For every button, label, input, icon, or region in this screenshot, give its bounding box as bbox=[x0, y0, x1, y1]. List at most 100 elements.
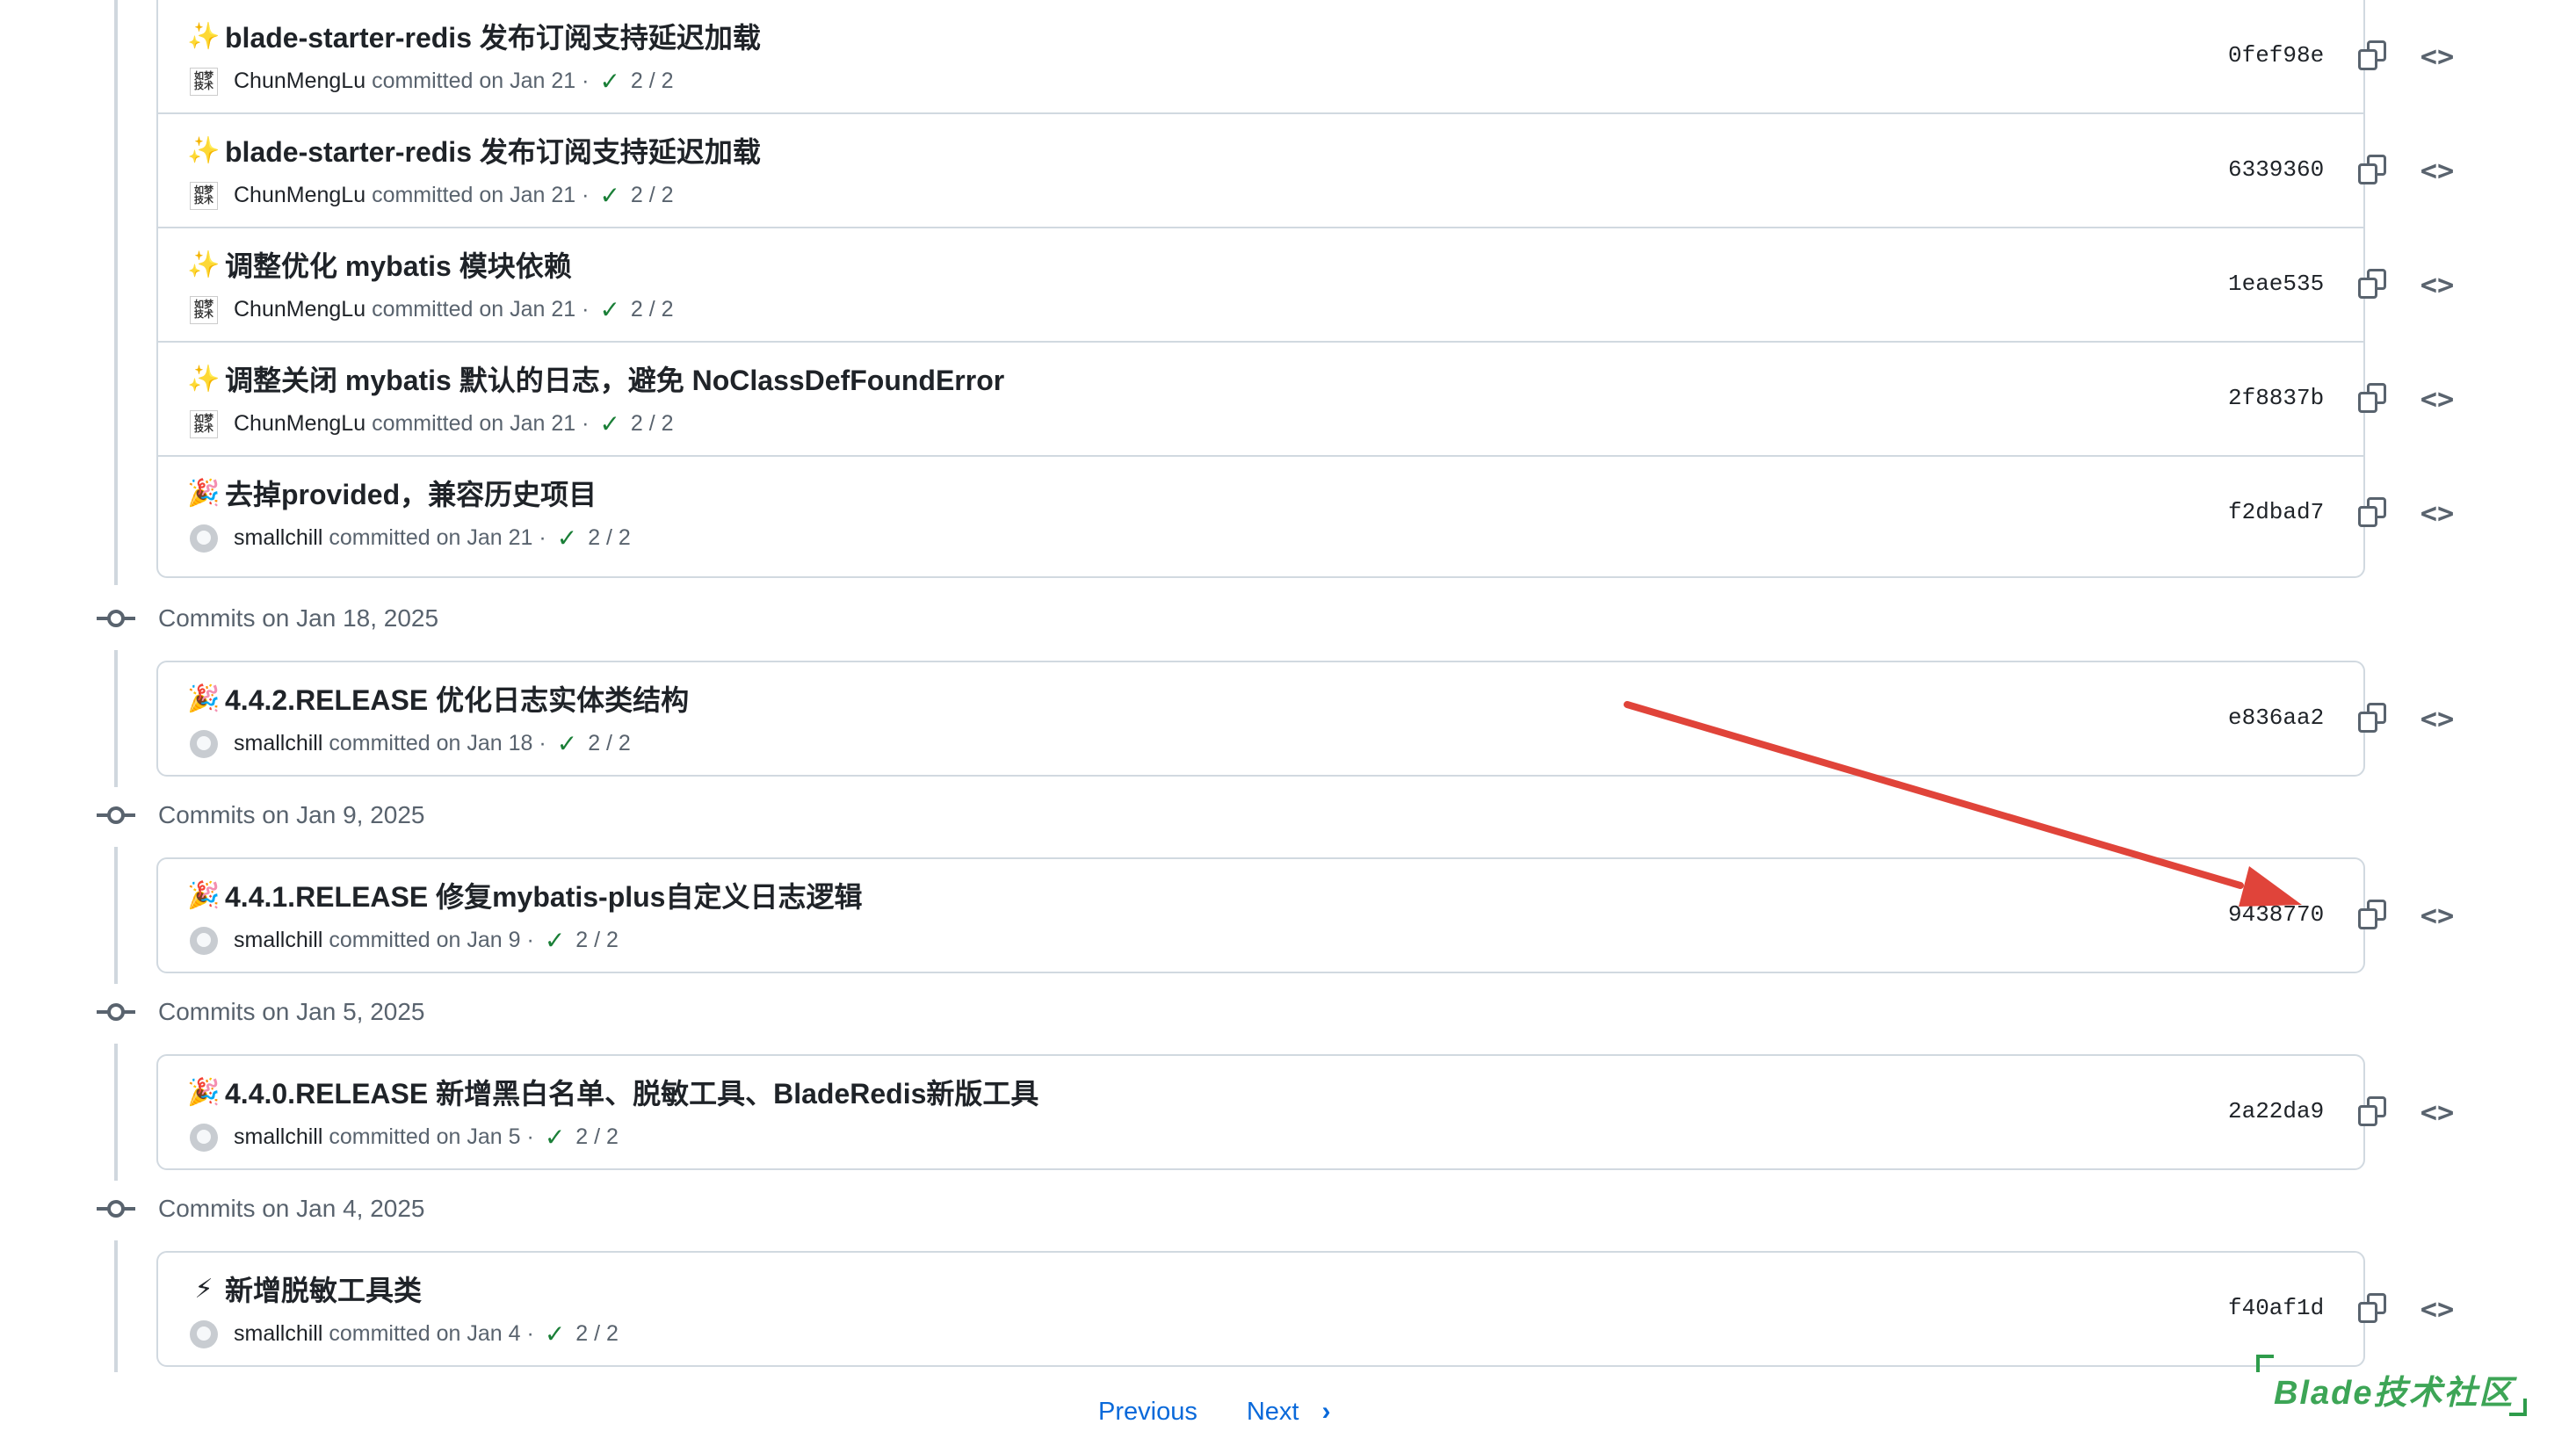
check-status[interactable]: 2 / 2 bbox=[631, 183, 674, 208]
commit-author[interactable]: ChunMengLu bbox=[234, 411, 365, 437]
check-status[interactable]: 2 / 2 bbox=[575, 1124, 619, 1150]
commit-author[interactable]: ChunMengLu bbox=[234, 297, 365, 322]
code-icon[interactable]: <> bbox=[2420, 900, 2455, 931]
check-status[interactable]: 2 / 2 bbox=[575, 1321, 619, 1347]
check-icon[interactable]: ✓ bbox=[545, 1319, 565, 1348]
check-icon[interactable]: ✓ bbox=[599, 295, 619, 324]
code-icon[interactable]: <> bbox=[2420, 155, 2455, 186]
copy-icon[interactable] bbox=[2358, 497, 2388, 529]
commit-author[interactable]: smallchill bbox=[234, 1321, 322, 1347]
avatar[interactable] bbox=[190, 1319, 218, 1348]
commit-author[interactable]: smallchill bbox=[234, 1124, 322, 1150]
avatar[interactable]: 如梦 技术 bbox=[190, 181, 218, 210]
commit-sha[interactable]: f40af1d bbox=[2228, 1295, 2324, 1321]
code-icon[interactable]: <> bbox=[2420, 40, 2455, 72]
commit-sha[interactable]: 2f8837b bbox=[2228, 385, 2324, 411]
avatar[interactable] bbox=[190, 524, 218, 553]
watermark-text: Blade技术社区 bbox=[2274, 1375, 2514, 1412]
commit-sha[interactable]: 6339360 bbox=[2228, 156, 2324, 183]
code-icon[interactable]: <> bbox=[2420, 269, 2455, 300]
check-icon[interactable]: ✓ bbox=[599, 181, 619, 210]
commit-message[interactable]: 新增脱敏工具类 bbox=[225, 1269, 422, 1309]
timeline-line bbox=[114, 1240, 118, 1372]
copy-icon[interactable] bbox=[2358, 269, 2388, 300]
avatar[interactable] bbox=[190, 926, 218, 955]
check-icon[interactable]: ✓ bbox=[557, 729, 577, 758]
avatar[interactable] bbox=[190, 729, 218, 758]
commit-author[interactable]: ChunMengLu bbox=[234, 183, 365, 208]
timeline-line bbox=[114, 650, 118, 787]
copy-icon[interactable] bbox=[2358, 1096, 2388, 1128]
commit-group-header: Commits on Jan 9, 2025 bbox=[97, 789, 425, 842]
commit-message[interactable]: 4.4.2.RELEASE 优化日志实体类结构 bbox=[225, 678, 689, 719]
commit-author[interactable]: smallchill bbox=[234, 928, 322, 953]
commit-message[interactable]: 4.4.1.RELEASE 修复mybatis-plus自定义日志逻辑 bbox=[225, 875, 862, 915]
git-commit-icon bbox=[97, 1001, 135, 1023]
check-status[interactable]: 2 / 2 bbox=[631, 69, 674, 94]
commit-row: 🎉 4.4.2.RELEASE 优化日志实体类结构 smallchill comm… bbox=[158, 662, 2454, 777]
check-icon[interactable]: ✓ bbox=[545, 1123, 565, 1152]
check-status[interactable]: 2 / 2 bbox=[588, 731, 631, 756]
commit-group-title: Commits on Jan 18, 2025 bbox=[158, 604, 439, 632]
chevron-right-icon[interactable]: › bbox=[1321, 1397, 1330, 1427]
copy-icon[interactable] bbox=[2358, 383, 2388, 415]
commit-sha[interactable]: e836aa2 bbox=[2228, 705, 2324, 731]
code-icon[interactable]: <> bbox=[2420, 1293, 2455, 1325]
watermark: Blade技术社区 bbox=[2256, 1355, 2527, 1416]
commit-row: ✨ 调整优化 mybatis 模块依赖 如梦 技术 ChunMengLu commit… bbox=[158, 228, 2454, 343]
avatar[interactable]: 如梦 技术 bbox=[190, 295, 218, 324]
commit-date: committed on Jan 5 bbox=[329, 1124, 521, 1149]
sparkles-icon: ✨ bbox=[187, 135, 221, 165]
check-icon[interactable]: ✓ bbox=[545, 926, 565, 955]
commit-row: 🎉 4.4.0.RELEASE 新增黑白名单、脱敏工具、BladeRedis新版工… bbox=[158, 1056, 2454, 1170]
commit-author[interactable]: smallchill bbox=[234, 731, 322, 756]
next-button[interactable]: Next bbox=[1247, 1398, 1299, 1427]
lightning-icon: ⚡ bbox=[194, 1274, 213, 1304]
avatar[interactable]: 如梦 技术 bbox=[190, 409, 218, 438]
party-popper-icon: 🎉 bbox=[187, 1077, 221, 1107]
copy-icon[interactable] bbox=[2358, 1293, 2388, 1325]
commit-message[interactable]: 调整关闭 mybatis 默认的日志，避免 NoClassDefFoundErr… bbox=[225, 358, 1004, 399]
git-commit-icon bbox=[97, 1198, 135, 1219]
avatar[interactable] bbox=[190, 1123, 218, 1152]
check-icon[interactable]: ✓ bbox=[599, 409, 619, 438]
code-icon[interactable]: <> bbox=[2420, 497, 2455, 529]
commit-sha[interactable]: f2dbad7 bbox=[2228, 499, 2324, 525]
check-icon[interactable]: ✓ bbox=[557, 524, 577, 553]
check-status[interactable]: 2 / 2 bbox=[575, 928, 619, 953]
commit-message[interactable]: blade-starter-redis 发布订阅支持延迟加载 bbox=[225, 16, 761, 56]
copy-icon[interactable] bbox=[2358, 900, 2388, 931]
copy-icon[interactable] bbox=[2358, 40, 2388, 72]
commit-message[interactable]: 去掉provided，兼容历史项目 bbox=[225, 473, 597, 513]
commit-date: committed on Jan 9 bbox=[329, 928, 521, 952]
commit-sha[interactable]: 1eae535 bbox=[2228, 271, 2324, 297]
code-icon[interactable]: <> bbox=[2420, 1096, 2455, 1128]
commit-sha[interactable]: 9438770 bbox=[2228, 901, 2324, 928]
commit-date: committed on Jan 4 bbox=[329, 1321, 521, 1346]
commit-group-card: 🎉 4.4.1.RELEASE 修复mybatis-plus自定义日志逻辑 sma… bbox=[156, 857, 2454, 973]
commit-message[interactable]: 4.4.0.RELEASE 新增黑白名单、脱敏工具、BladeRedis新版工具 bbox=[225, 1072, 1038, 1112]
check-status[interactable]: 2 / 2 bbox=[631, 411, 674, 437]
commit-date: committed on Jan 21 bbox=[372, 297, 576, 322]
commit-author[interactable]: smallchill bbox=[234, 525, 322, 551]
avatar[interactable]: 如梦 技术 bbox=[190, 67, 218, 96]
git-commit-icon bbox=[97, 805, 135, 826]
commit-sha[interactable]: 0fef98e bbox=[2228, 42, 2324, 69]
copy-icon[interactable] bbox=[2358, 703, 2388, 734]
check-icon[interactable]: ✓ bbox=[599, 67, 619, 96]
code-icon[interactable]: <> bbox=[2420, 383, 2455, 415]
timeline-line bbox=[114, 1044, 118, 1181]
commit-row: ✨ 调整关闭 mybatis 默认的日志，避免 NoClassDefFoundEr… bbox=[158, 343, 2454, 457]
party-popper-icon: 🎉 bbox=[187, 478, 221, 508]
commit-message[interactable]: blade-starter-redis 发布订阅支持延迟加载 bbox=[225, 130, 761, 170]
code-icon[interactable]: <> bbox=[2420, 703, 2455, 734]
commit-message[interactable]: 调整优化 mybatis 模块依赖 bbox=[225, 244, 572, 285]
copy-icon[interactable] bbox=[2358, 155, 2388, 186]
timeline-line bbox=[114, 0, 118, 585]
commit-row: ⚡ 新增脱敏工具类 smallchill committed on Jan 4 ·… bbox=[158, 1253, 2454, 1367]
commit-author[interactable]: ChunMengLu bbox=[234, 69, 365, 94]
commit-sha[interactable]: 2a22da9 bbox=[2228, 1098, 2324, 1124]
check-status[interactable]: 2 / 2 bbox=[588, 525, 631, 551]
previous-button[interactable]: Previous bbox=[1098, 1398, 1198, 1427]
check-status[interactable]: 2 / 2 bbox=[631, 297, 674, 322]
